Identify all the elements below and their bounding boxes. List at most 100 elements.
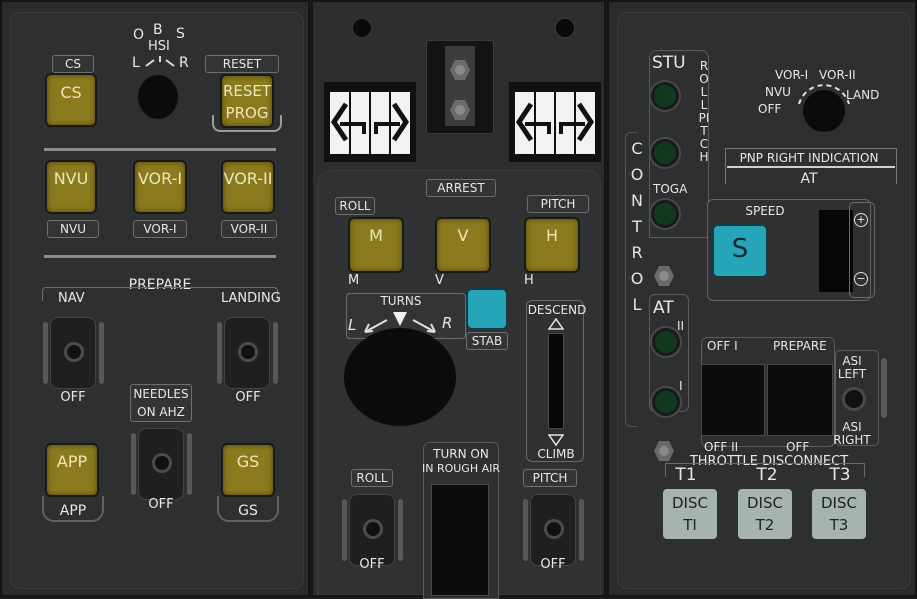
disc-t3-line1: DISC [821,494,857,512]
roll-toggle-rail-left [342,499,347,561]
t2-label: T2 [756,465,778,485]
t3-label: T3 [829,465,851,485]
pitch-toggle-rail-left [523,499,528,561]
disc-t1-line1: DISC [672,494,708,512]
disc-t2-line1: DISC [747,494,783,512]
speed-minus-label: − [856,272,866,285]
disc-t2-button[interactable]: DISC T2 [736,487,794,541]
pitch-toggle[interactable] [523,494,584,566]
nav-toggle[interactable] [43,317,104,389]
reset-top-label: RESET [205,55,279,73]
speed-s-label: S [731,234,749,264]
reset-line1: RESET [222,82,272,100]
app-button[interactable]: APP [45,443,99,497]
roll-toggle-knob [366,522,380,536]
turns-knob[interactable] [344,328,456,426]
landing-toggle-knob [241,345,255,359]
vor1-button-label: VOR-I [137,169,183,188]
hsi-o-label: O [133,27,145,43]
hsi-tick-marks [145,56,175,67]
hsi-l-label: L [132,55,140,71]
landing-toggle-rail-left [217,322,222,384]
nav-off-label: OFF [60,390,86,405]
turn-right-label: R [442,314,453,332]
speed-s-button[interactable]: S [712,224,768,278]
at2-ii-label: II [677,319,685,333]
gs-button-label: GS [236,452,260,471]
needles-toggle-rail-left [131,433,136,495]
hsi-r-label: R [179,55,189,71]
left-attitude-indicator [324,82,416,162]
right-attitude-symbol [515,92,595,154]
nvu-button[interactable]: NVU [45,160,97,214]
right-panel: STU ROLL PITCH TOGA CONTROL AT II I VOR-… [607,0,917,597]
turn-on-switch-cover[interactable] [431,484,489,596]
off-ii-label: OFF II [704,440,739,454]
vor2-button-label: VOR-II [223,169,273,188]
asi-left-line1: ASI [842,354,862,368]
reset-bracket [212,115,282,132]
stab-button[interactable] [466,288,508,330]
top-left-screw [353,19,371,37]
control-bracket [625,132,637,427]
disc-t1-line2: TI [683,516,697,534]
speed-plus-button[interactable]: + [854,213,868,227]
needles-label-box: NEEDLES ON AHZ [130,384,192,422]
nav-toggle-rail-right [99,322,104,384]
landing-toggle[interactable] [217,317,278,389]
roll-pitch-vertical-label: ROLL PITCH [698,59,710,164]
vor-sel-off: OFF [758,102,782,116]
needles-line1: NEEDLES [133,387,189,401]
divider-1 [44,148,276,151]
needles-toggle[interactable] [131,428,192,500]
cs-button[interactable]: CS [45,73,97,127]
h-button[interactable]: H [524,217,580,273]
roll-toggle[interactable] [342,494,403,566]
disc-t3-button[interactable]: DISC T3 [810,487,868,541]
needles-off-label: OFF [148,497,174,512]
vor1-button[interactable]: VOR-I [133,160,187,214]
landing-off-label: OFF [235,390,261,405]
off-i-label: OFF I [707,339,738,353]
roll-label: ROLL [335,197,375,215]
nav-toggle-rail-left [43,322,48,384]
throttle-switch-window-2[interactable] [767,364,833,436]
speed-indicator-window [819,210,853,292]
landing-label: LANDING [221,291,281,306]
nav-label: NAV [58,291,85,306]
off-label: OFF [786,440,810,454]
asi-right-line2: RIGHT [833,433,871,447]
arrest-label: ARREST [426,179,496,197]
vor2-button[interactable]: VOR-II [221,160,275,214]
stu-roll-lamp [651,82,679,110]
hsi-selector[interactable]: O B S HSI L R [128,22,194,74]
prepare-right-label: PREPARE [773,339,827,353]
hsi-selector-knob[interactable] [138,75,178,119]
stu-label: STU [652,53,686,73]
middle-panel: ARREST ROLL PITCH M M V V H H TURNS L R … [311,0,606,599]
asi-rail [881,358,887,418]
turn-left-label: L [348,316,357,334]
descend-climb-slider-track[interactable] [548,333,564,429]
disc-t1-button[interactable]: DISC TI [661,487,719,541]
cs-button-label: CS [60,83,82,102]
throttle-switch-window-1[interactable] [701,364,765,436]
nvu-button-label: NVU [53,169,89,188]
pitch2-label: PITCH [523,469,577,487]
h-below-label: H [524,273,534,288]
roll2-label: ROLL [351,469,393,487]
stu-pitch-lamp [651,139,679,167]
at2-i-label: I [679,379,683,393]
gs-button[interactable]: GS [221,443,275,497]
speed-label: SPEED [745,204,785,218]
vor-selector-knob[interactable] [803,90,845,132]
stab-label: STAB [466,332,508,350]
roll-toggle-rail-right [398,499,403,561]
asi-toggle[interactable] [845,390,863,408]
m-button-label: M [369,226,383,245]
descend-label: DESCEND [527,303,587,317]
m-button[interactable]: M [348,217,404,273]
speed-minus-button[interactable]: − [854,272,868,286]
asi-left-line2: LEFT [837,367,867,381]
v-button[interactable]: V [435,217,491,273]
